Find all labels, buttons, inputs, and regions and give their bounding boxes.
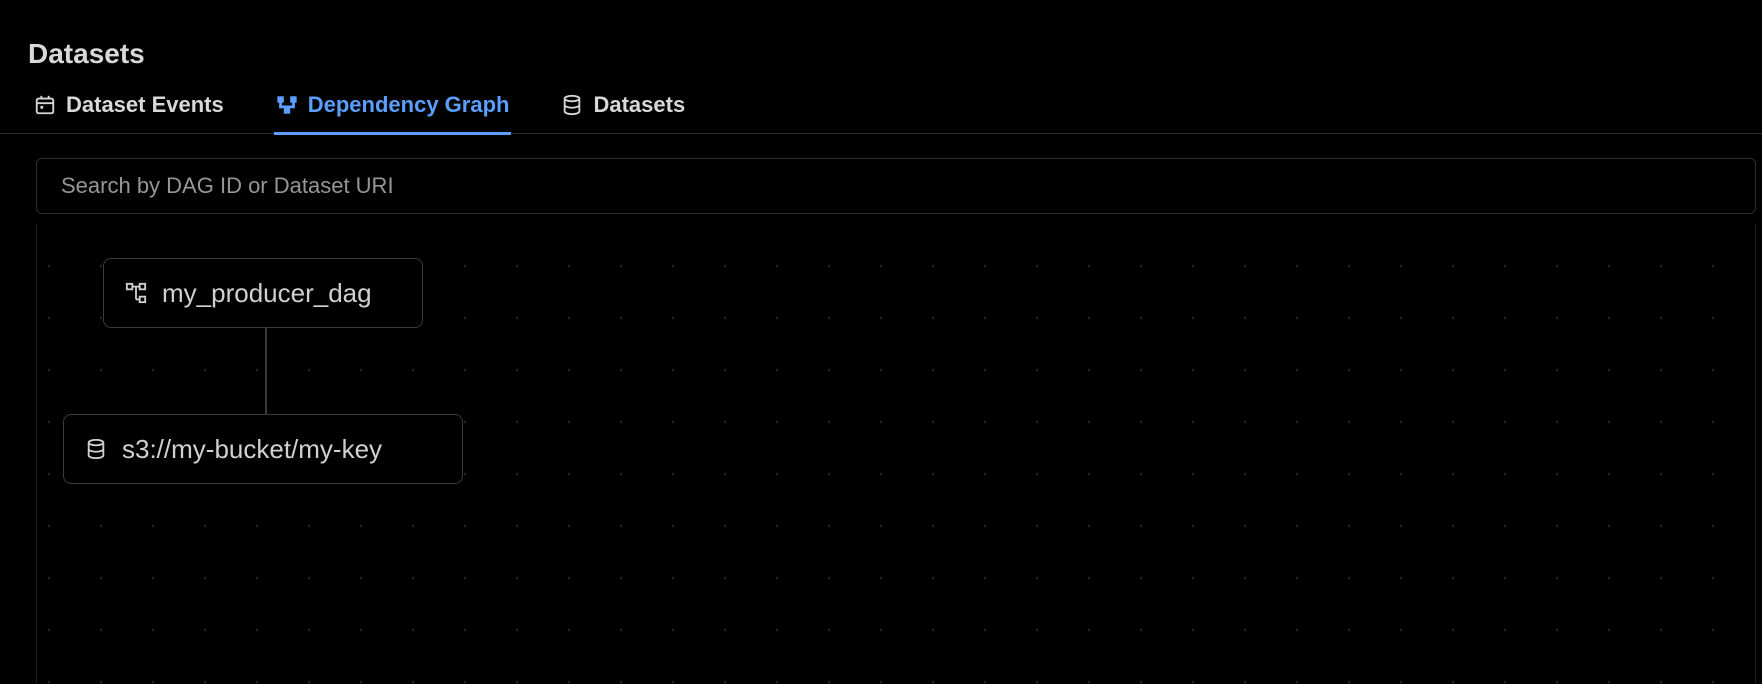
dag-tree-icon <box>124 281 148 305</box>
graph-node-dataset[interactable]: s3://my-bucket/my-key <box>63 414 463 484</box>
database-icon <box>84 437 108 461</box>
graph-node-label: my_producer_dag <box>162 278 372 309</box>
tab-dataset-events[interactable]: Dataset Events <box>32 92 226 135</box>
graph-edge <box>265 328 267 414</box>
tab-label: Datasets <box>593 92 685 118</box>
calendar-icon <box>34 94 56 116</box>
tab-label: Dependency Graph <box>308 92 510 118</box>
graph-node-dag[interactable]: my_producer_dag <box>103 258 423 328</box>
tab-label: Dataset Events <box>66 92 224 118</box>
graph-node-label: s3://my-bucket/my-key <box>122 434 382 465</box>
search-input[interactable] <box>36 158 1756 214</box>
tabs-bar: Dataset Events Dependency Graph Datasets <box>0 70 1762 134</box>
graph-icon <box>276 94 298 116</box>
page-title: Datasets <box>0 0 1762 70</box>
search-wrap <box>0 134 1762 214</box>
graph-canvas[interactable]: my_producer_dag s3://my-bucket/my-key <box>36 224 1756 684</box>
tab-dependency-graph[interactable]: Dependency Graph <box>274 92 512 135</box>
tab-datasets[interactable]: Datasets <box>559 92 687 135</box>
database-icon <box>561 94 583 116</box>
